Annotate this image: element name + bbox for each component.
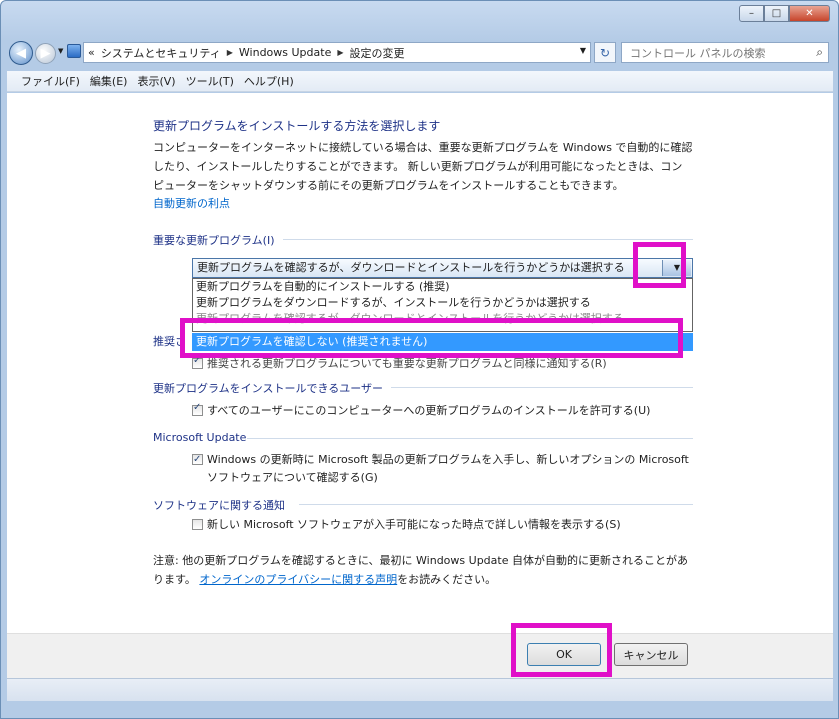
microsoft-update-title: Microsoft Update <box>153 431 247 444</box>
search-box[interactable]: ⌕ <box>621 42 829 63</box>
status-bar <box>7 678 833 701</box>
chevron-right-icon[interactable]: ▶ <box>337 48 343 57</box>
allow-all-users-checkbox[interactable] <box>192 402 203 416</box>
forward-button[interactable]: ▶ <box>35 43 56 64</box>
software-notify-label[interactable]: 新しい Microsoft ソフトウェアが入手可能になった時点で詳しい情報を表示… <box>207 516 621 532</box>
control-panel-icon <box>67 44 81 58</box>
breadcrumb-windows-update[interactable]: Windows Update <box>239 46 331 59</box>
microsoft-update-label[interactable]: Windows の更新時に Microsoft 製品の更新プログラムを入手し、新… <box>207 451 697 487</box>
page-description: コンピューターをインターネットに接続している場合は、重要な更新プログラムを Wi… <box>153 141 693 192</box>
note-suffix: をお読みください。 <box>397 573 497 586</box>
microsoft-update-checkbox[interactable] <box>192 451 203 469</box>
address-bar[interactable]: « システムとセキュリティ ▶ Windows Update ▶ 設定の変更 ▼ <box>83 42 591 63</box>
microsoft-update-checkbox-row[interactable]: Windows の更新時に Microsoft 製品の更新プログラムを入手し、新… <box>192 451 697 487</box>
menu-bar: ファイル(F) 編集(E) 表示(V) ツール(T) ヘルプ(H) <box>7 71 833 92</box>
minimize-button[interactable]: – <box>739 5 764 22</box>
menu-tools[interactable]: ツール(T) <box>186 73 234 89</box>
breadcrumb-system-security[interactable]: システムとセキュリティ <box>101 45 221 61</box>
menu-edit[interactable]: 編集(E) <box>90 73 128 89</box>
menu-file[interactable]: ファイル(F) <box>21 73 80 89</box>
option-auto-install[interactable]: 更新プログラムを自動的にインストールする (推奨) <box>193 279 692 295</box>
breadcrumb-change-settings[interactable]: 設定の変更 <box>350 45 405 61</box>
page-heading: 更新プログラムをインストールする方法を選択します <box>153 119 441 133</box>
allow-all-users-label[interactable]: すべてのユーザーにこのコンピューターへの更新プログラムのインストールを許可する(… <box>207 402 650 418</box>
back-button[interactable]: ◀ <box>9 41 33 65</box>
section-divider <box>283 239 693 240</box>
maximize-button[interactable]: □ <box>764 5 789 22</box>
section-divider <box>391 387 693 388</box>
highlight-dropdown-arrow <box>633 242 686 288</box>
highlight-ok-button <box>511 623 612 677</box>
highlight-never-check-option <box>180 318 683 358</box>
software-notify-checkbox[interactable] <box>192 519 203 530</box>
recommended-checkbox[interactable] <box>192 355 203 369</box>
window-frame: – □ ✕ ◀ ▶ ▼ « システムとセキュリティ ▶ Windows Upda… <box>0 0 839 719</box>
menu-view[interactable]: 表示(V) <box>137 73 175 89</box>
dropdown-selected-value: 更新プログラムを確認するが、ダウンロードとインストールを行うかどうかは選択する <box>197 261 625 274</box>
privacy-statement-link[interactable]: オンラインのプライバシーに関する声明 <box>199 573 397 586</box>
settings-content: 更新プログラムをインストールする方法を選択します コンピューターをインターネット… <box>7 93 833 633</box>
who-can-install-title: 更新プログラムをインストールできるユーザー <box>153 382 384 395</box>
auto-update-benefits-link[interactable]: 自動更新の利点 <box>153 195 230 211</box>
cancel-button[interactable]: キャンセル <box>614 643 688 666</box>
dialog-footer: OK キャンセル <box>7 633 833 679</box>
search-input[interactable] <box>628 46 807 61</box>
breadcrumb-overflow[interactable]: « <box>88 46 95 59</box>
privacy-note: 注意: 他の更新プログラムを確認するときに、最初に Windows Update… <box>153 551 693 589</box>
option-download-only[interactable]: 更新プログラムをダウンロードするが、インストールを行うかどうかは選択する <box>193 295 692 311</box>
important-updates-title: 重要な更新プログラム(I) <box>153 234 275 247</box>
menu-help[interactable]: ヘルプ(H) <box>244 73 294 89</box>
chevron-right-icon[interactable]: ▶ <box>227 48 233 57</box>
software-notifications-title: ソフトウェアに関する通知 <box>153 499 285 512</box>
section-divider <box>247 438 693 439</box>
address-dropdown-icon[interactable]: ▼ <box>580 46 586 55</box>
recent-pages-dropdown-icon[interactable]: ▼ <box>58 47 63 55</box>
refresh-button[interactable]: ↻ <box>594 42 616 63</box>
search-icon[interactable]: ⌕ <box>816 45 823 60</box>
navigation-bar: ◀ ▶ ▼ « システムとセキュリティ ▶ Windows Update ▶ 設… <box>7 39 829 67</box>
users-checkbox-row[interactable]: すべてのユーザーにこのコンピューターへの更新プログラムのインストールを許可する(… <box>192 402 650 418</box>
section-divider <box>299 504 693 505</box>
caption-buttons: – □ ✕ <box>739 5 830 22</box>
software-checkbox-row[interactable]: 新しい Microsoft ソフトウェアが入手可能になった時点で詳しい情報を表示… <box>192 516 621 532</box>
important-updates-dropdown[interactable]: 更新プログラムを確認するが、ダウンロードとインストールを行うかどうかは選択する … <box>192 258 693 278</box>
close-button[interactable]: ✕ <box>789 5 830 22</box>
